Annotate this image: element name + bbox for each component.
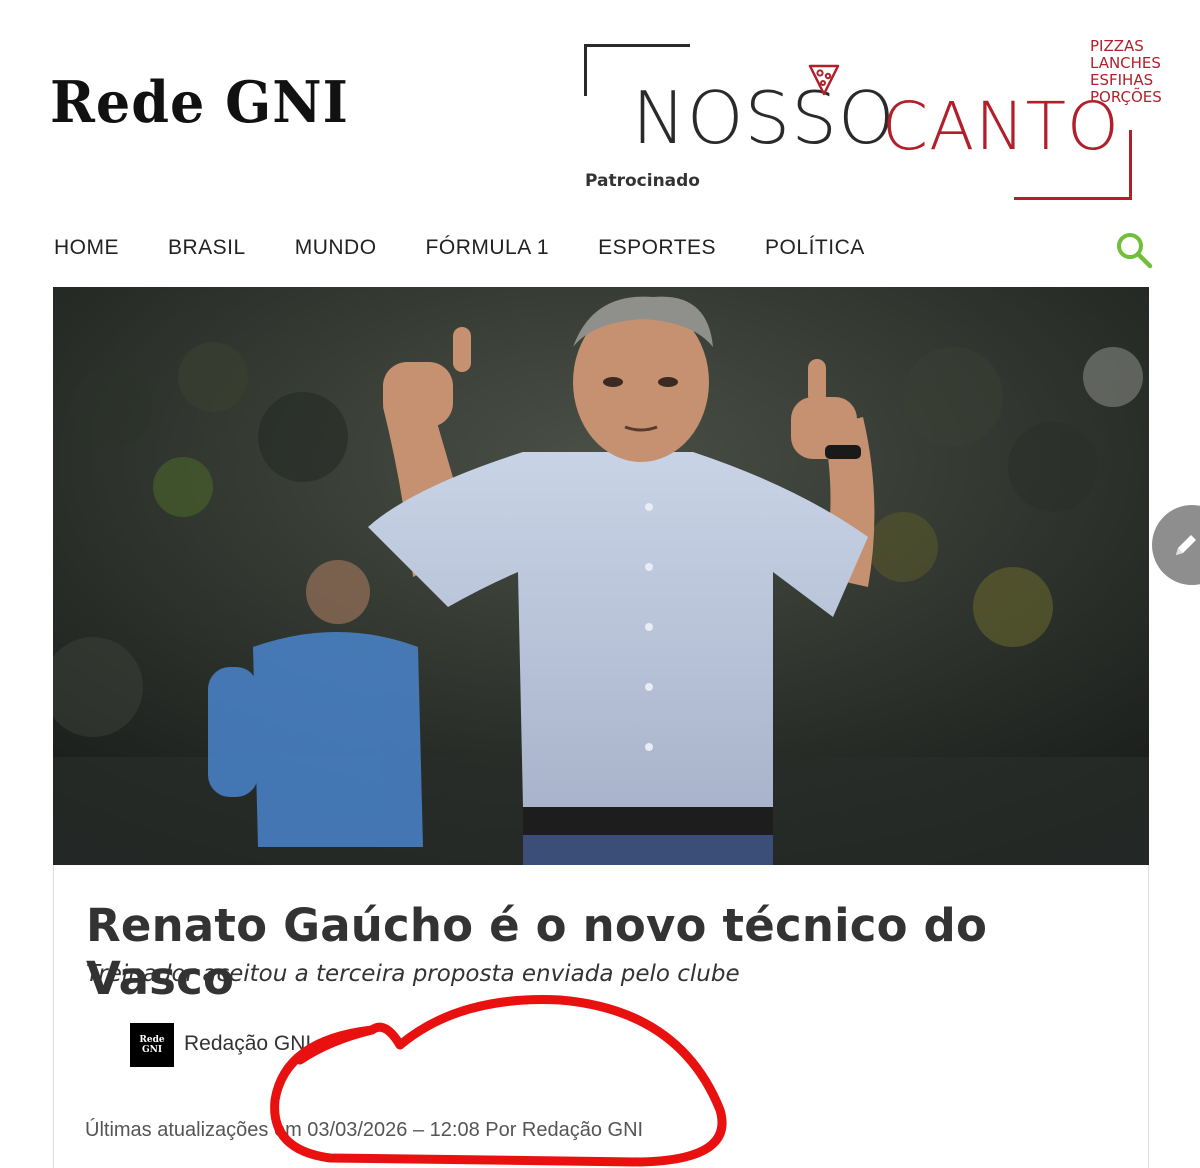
sponsor-menu-word: PIZZAS [1090,37,1144,55]
sponsor-menu-word: ESFIHAS [1090,71,1154,89]
article-subheadline: Treinador aceitou a terceira proposta en… [86,961,740,987]
sponsor-brand-left: NOSSO [632,76,896,160]
sponsored-label: Patrocinado [585,171,700,191]
site-logo[interactable]: Rede GNI [50,68,349,135]
main-nav: HOME BRASIL MUNDO FÓRMULA 1 ESPORTES POL… [54,236,914,260]
nav-item-esportes[interactable]: ESPORTES [598,236,716,260]
author-avatar[interactable]: Rede GNI [130,1023,174,1067]
pizza-slice-icon [808,64,840,96]
article-updated-line: Últimas atualizações em 03/03/2026 – 12:… [85,1119,644,1141]
pencil-icon [1176,535,1196,555]
sponsor-menu-word: LANCHES [1090,54,1161,72]
search-icon[interactable] [1114,230,1154,270]
hero-image[interactable] [53,287,1149,865]
banner-corner-decoration [1014,130,1132,200]
nav-item-home[interactable]: HOME [54,236,119,260]
edit-floating-button[interactable] [1152,505,1200,585]
article-header: Renato Gaúcho é o novo técnico do Vasco … [53,865,1149,1168]
author-name[interactable]: Redação GNI [184,1032,311,1056]
sponsor-menu-list: PIZZAS LANCHES ESFIHAS PORÇÕES [1090,38,1162,106]
article-headline: Renato Gaúcho é o novo técnico do Vasco [86,899,988,1005]
sponsor-menu-word: PORÇÕES [1090,88,1162,106]
nav-item-mundo[interactable]: MUNDO [295,236,377,260]
sponsor-banner[interactable]: NOSSO CANTO PIZZAS LANCHES ESFIHAS PORÇÕ… [578,38,1168,208]
nav-item-brasil[interactable]: BRASIL [168,236,246,260]
nav-item-formula1[interactable]: FÓRMULA 1 [426,236,550,260]
nav-item-politica[interactable]: POLÍTICA [765,236,865,260]
